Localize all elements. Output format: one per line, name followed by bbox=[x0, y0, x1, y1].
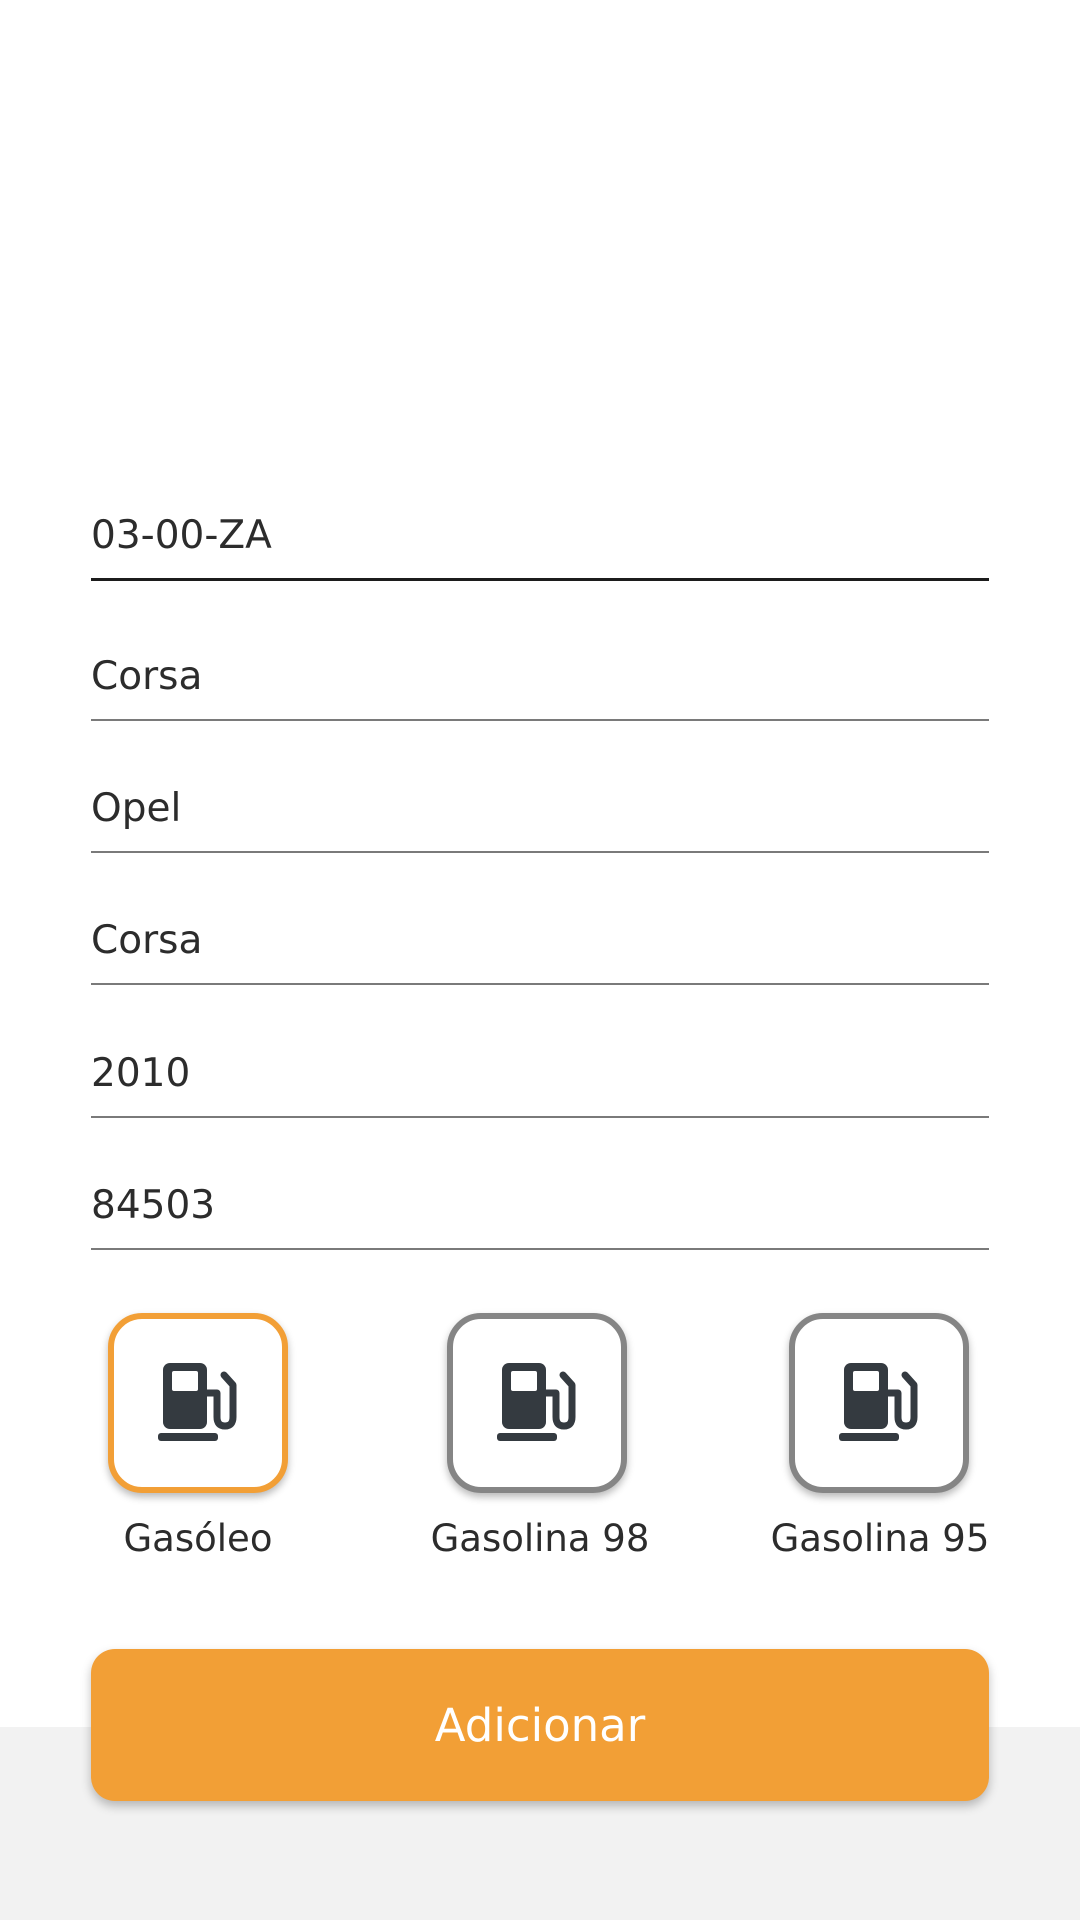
fuel-pump-icon bbox=[158, 1363, 237, 1441]
fuel-label-gasoleo: Gasóleo bbox=[123, 1517, 273, 1560]
model-value: Corsa bbox=[91, 918, 203, 963]
mileage-value: 84503 bbox=[91, 1183, 216, 1228]
fuel-label-gasolina-95: Gasolina 95 bbox=[770, 1517, 990, 1560]
fuel-tile-gasoleo[interactable] bbox=[108, 1313, 288, 1493]
fuel-option-gasolina-95[interactable]: Gasolina 95 bbox=[750, 1313, 1010, 1573]
model-field[interactable]: Corsa bbox=[91, 913, 989, 985]
fuel-label-gasolina-98: Gasolina 98 bbox=[430, 1517, 650, 1560]
fuel-pump-icon bbox=[497, 1363, 576, 1441]
year-value: 2010 bbox=[91, 1051, 191, 1096]
fuel-tile-gasolina-98[interactable] bbox=[447, 1313, 627, 1493]
name-field[interactable]: Corsa bbox=[91, 649, 989, 721]
name-value: Corsa bbox=[91, 654, 203, 699]
brand-field[interactable]: Opel bbox=[91, 781, 989, 853]
add-button[interactable]: Adicionar bbox=[91, 1649, 989, 1801]
plate-field[interactable]: 03-00-ZA bbox=[91, 508, 989, 581]
fuel-tile-gasolina-95[interactable] bbox=[789, 1313, 969, 1493]
fuel-option-gasoleo[interactable]: Gasóleo bbox=[68, 1313, 328, 1573]
brand-value: Opel bbox=[91, 786, 182, 831]
year-field[interactable]: 2010 bbox=[91, 1046, 989, 1118]
plate-value: 03-00-ZA bbox=[91, 513, 272, 558]
fuel-option-gasolina-98[interactable]: Gasolina 98 bbox=[410, 1313, 670, 1573]
fuel-pump-icon bbox=[839, 1363, 918, 1441]
mileage-field[interactable]: 84503 bbox=[91, 1178, 989, 1250]
